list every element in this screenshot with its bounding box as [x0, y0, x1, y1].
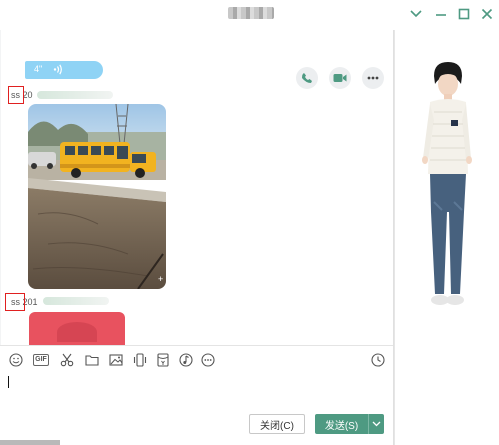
highlight-box — [5, 293, 25, 311]
text-caret — [8, 376, 9, 388]
more-icon[interactable] — [362, 67, 384, 89]
svg-text:+: + — [158, 274, 163, 284]
image-icon[interactable] — [108, 352, 124, 368]
chat-message-area[interactable]: 4" ss 20 + ss 201 — [1, 30, 393, 345]
emoji-icon[interactable] — [8, 352, 24, 368]
history-icon[interactable] — [370, 352, 386, 368]
music-icon[interactable] — [178, 352, 194, 368]
video-icon[interactable] — [329, 67, 351, 89]
send-options-button[interactable] — [368, 414, 384, 434]
more-icon[interactable] — [200, 352, 216, 368]
send-button[interactable]: 发送(S) — [315, 414, 368, 434]
phone-icon[interactable] — [296, 67, 318, 89]
input-toolbar: GIF — [0, 345, 393, 374]
title-bar — [0, 0, 499, 30]
minimize-icon[interactable] — [433, 6, 449, 22]
maximize-icon[interactable] — [456, 6, 472, 22]
character-avatar — [422, 62, 472, 305]
window-title-blurred — [228, 7, 274, 19]
red-packet-message[interactable] — [29, 312, 125, 345]
voice-message-bubble[interactable]: 4" — [25, 61, 103, 79]
voice-wave-icon — [53, 64, 62, 75]
close-icon[interactable] — [479, 6, 495, 22]
blurred-timestamp — [43, 297, 109, 305]
highlight-box — [8, 86, 24, 104]
shake-icon[interactable] — [132, 352, 148, 368]
close-button[interactable]: 关闭(C) — [249, 414, 305, 434]
blurred-edge — [0, 440, 60, 445]
folder-icon[interactable] — [84, 352, 100, 368]
chevron-down-icon[interactable] — [408, 6, 424, 22]
message-input[interactable] — [0, 373, 393, 445]
red-packet-flap — [57, 322, 97, 342]
blurred-timestamp — [37, 91, 113, 99]
photo-message[interactable]: + — [28, 104, 166, 289]
avatar-show-panel — [394, 30, 499, 445]
scissors-icon[interactable] — [59, 352, 75, 368]
red-packet-icon[interactable] — [155, 352, 171, 368]
voice-duration: 4" — [34, 64, 43, 74]
chevron-down-icon — [372, 421, 381, 427]
gif-icon[interactable]: GIF — [33, 352, 49, 368]
gif-label: GIF — [33, 354, 49, 366]
